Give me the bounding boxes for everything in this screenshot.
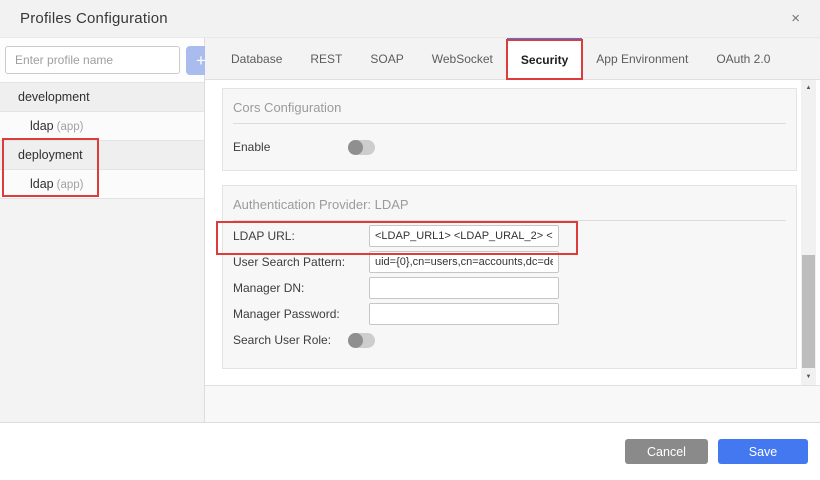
save-button[interactable]: Save [718,439,808,464]
tab-soap[interactable]: SOAP [356,38,417,79]
profile-label: deployment [18,148,83,162]
manager-dn-input[interactable] [369,277,559,299]
cors-section-title: Cors Configuration [223,89,796,123]
profile-item-deployment[interactable]: deployment [0,140,204,169]
manager-password-input[interactable] [369,303,559,325]
tab-security[interactable]: Security [507,38,582,79]
section-divider [233,123,786,124]
app-suffix: (app) [57,179,84,191]
manager-password-row: Manager Password: [223,303,796,325]
manager-dn-row: Manager DN: [223,277,796,299]
cors-configuration-card: Cors Configuration Enable [222,88,797,171]
main-panel: Database REST SOAP WebSocket Security Ap… [205,38,820,422]
ldap-url-label: LDAP URL: [233,229,369,243]
vertical-scrollbar[interactable]: ▲ ▼ [801,80,816,385]
cors-enable-toggle[interactable] [348,140,375,155]
add-profile-row: + [0,38,204,82]
cors-enable-label: Enable [233,140,348,154]
content-footer-band [205,385,820,422]
cors-enable-row: Enable [223,136,796,158]
tab-oauth[interactable]: OAuth 2.0 [702,38,784,79]
ldap-authentication-card: Authentication Provider: LDAP LDAP URL: … [222,185,797,369]
close-icon[interactable]: × [791,11,800,26]
user-search-pattern-row: User Search Pattern: [223,251,796,273]
profile-label: development [18,90,90,104]
profile-item-development-ldap-app[interactable]: ldap(app) [0,111,204,140]
manager-dn-label: Manager DN: [233,281,369,295]
profile-list: development ldap(app) deployment ldap(ap… [0,82,204,199]
dialog-title: Profiles Configuration [20,10,168,27]
app-label: ldap [30,177,54,191]
user-search-pattern-input[interactable] [369,251,559,273]
tab-database[interactable]: Database [217,38,296,79]
security-tab-content: Cors Configuration Enable Authentication… [205,80,820,385]
ldap-section-title: Authentication Provider: LDAP [223,186,796,220]
section-divider [233,220,786,221]
profiles-configuration-dialog: Profiles Configuration × + development l… [0,0,820,480]
scroll-down-icon[interactable]: ▼ [801,370,816,384]
toggle-knob [348,140,363,155]
tab-bar: Database REST SOAP WebSocket Security Ap… [205,38,820,80]
dialog-footer: Cancel Save [0,422,820,480]
ldap-url-input[interactable] [369,225,559,247]
profile-item-deployment-ldap-app[interactable]: ldap(app) [0,169,204,199]
search-user-role-label: Search User Role: [233,333,348,347]
app-label: ldap [30,119,54,133]
tab-app-environment[interactable]: App Environment [582,38,702,79]
tab-websocket[interactable]: WebSocket [418,38,507,79]
manager-password-label: Manager Password: [233,307,369,321]
toggle-knob [348,333,363,348]
scrollbar-thumb[interactable] [802,255,815,368]
cancel-button[interactable]: Cancel [625,439,708,464]
scroll-up-icon[interactable]: ▲ [801,81,816,95]
profiles-sidebar: + development ldap(app) deployment ldap(… [0,38,205,422]
user-search-pattern-label: User Search Pattern: [233,255,369,269]
app-suffix: (app) [57,121,84,133]
search-user-role-row: Search User Role: [223,329,796,351]
profile-name-input[interactable] [5,46,180,74]
tab-rest[interactable]: REST [296,38,356,79]
search-user-role-toggle[interactable] [348,333,375,348]
dialog-header: Profiles Configuration × [0,0,820,38]
profile-item-development[interactable]: development [0,82,204,111]
ldap-url-row: LDAP URL: [223,225,796,247]
